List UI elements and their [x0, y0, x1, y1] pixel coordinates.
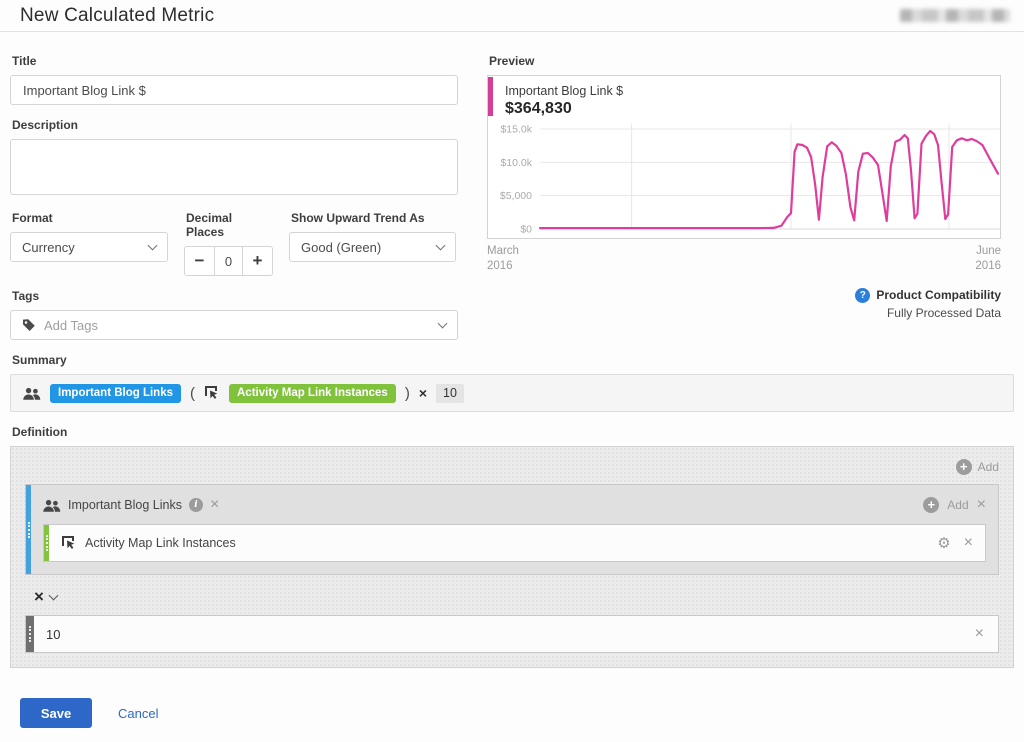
summary-close-paren: ) [404, 384, 410, 402]
tags-placeholder: Add Tags [44, 317, 98, 333]
drag-handle[interactable] [26, 485, 31, 574]
description-label: Description [12, 118, 79, 132]
tags-label: Tags [12, 289, 40, 303]
summary-label: Summary [12, 353, 67, 367]
main-content: Title Description Format Currency Decima… [0, 32, 1024, 728]
minus-icon: − [194, 251, 205, 270]
page-title: New Calculated Metric [20, 4, 215, 26]
dimension-row[interactable]: Activity Map Link Instances ⚙ × [43, 524, 986, 562]
decimal-increment-button[interactable]: + [242, 246, 273, 276]
metric-accent-bar [488, 77, 493, 116]
add-icon: + [923, 497, 940, 513]
close-icon[interactable]: × [210, 497, 219, 513]
definition-add-button[interactable]: + Add [25, 457, 999, 477]
upward-trend-select[interactable]: Good (Green) [289, 232, 456, 262]
plus-icon: + [252, 251, 263, 270]
preview-label: Preview [489, 54, 535, 68]
chevron-down-icon [147, 240, 158, 250]
static-number-row[interactable]: 10 × [25, 615, 999, 653]
dimension-row-label: Activity Map Link Instances [85, 536, 236, 550]
definition-label: Definition [12, 425, 68, 439]
format-value: Currency [22, 239, 75, 255]
add-icon: + [955, 459, 972, 475]
decimal-places-label: Decimal Places [186, 211, 233, 239]
summary-open-paren: ( [190, 384, 195, 402]
metric-container-title: Important Blog Links [68, 498, 182, 512]
trend-value: Good (Green) [301, 239, 382, 255]
x-axis-start-year: 2016 [487, 259, 513, 272]
metric-container[interactable]: Important Blog Links i × + Add × Activit… [25, 484, 999, 575]
footer-actions: Save Cancel [20, 698, 1004, 728]
summary-metric-pill: Important Blog Links [50, 383, 181, 403]
operator-dropdown[interactable]: × [34, 588, 999, 605]
close-icon[interactable]: × [975, 626, 984, 642]
drag-handle[interactable] [26, 616, 34, 652]
gear-icon[interactable]: ⚙ [937, 535, 950, 551]
static-number-value: 10 [46, 626, 61, 642]
chart-x-axis: March 2016 June 2016 [487, 244, 1001, 274]
chevron-down-icon [437, 318, 448, 328]
close-icon[interactable]: × [977, 497, 986, 513]
preview-metric-name: Important Blog Link $ [505, 84, 624, 98]
preview-metric-total: $364,830 [505, 100, 572, 117]
redacted-account-info [900, 9, 1010, 22]
svg-text:$15.0k: $15.0k [500, 124, 532, 136]
svg-text:$0: $0 [520, 224, 532, 236]
top-bar: New Calculated Metric [0, 0, 1024, 32]
save-button[interactable]: Save [20, 698, 92, 728]
product-compatibility: ? Product Compatibility Fully Processed … [487, 287, 1001, 320]
close-icon[interactable]: × [964, 535, 973, 551]
title-input[interactable] [10, 75, 458, 105]
help-icon[interactable]: ? [855, 287, 871, 303]
x-axis-start-month: March [487, 245, 519, 257]
tags-select[interactable]: Add Tags [10, 310, 458, 340]
svg-text:$5,000: $5,000 [500, 190, 532, 202]
chevron-down-icon [48, 590, 59, 601]
description-textarea[interactable] [10, 139, 458, 195]
format-select[interactable]: Currency [10, 232, 168, 262]
form-column: Title Description Format Currency Decima… [10, 42, 458, 340]
activity-map-cursor-icon [205, 386, 218, 399]
drag-handle[interactable] [44, 525, 49, 561]
decimal-decrement-button[interactable]: − [184, 246, 215, 276]
definition-canvas: + Add Important Blog Links i × + Add × A… [10, 446, 1014, 668]
x-axis-end-year: 2016 [975, 259, 1001, 272]
activity-map-cursor-icon [62, 536, 75, 549]
x-axis-end-month: June [976, 245, 1001, 257]
metric-people-icon [43, 499, 61, 512]
metric-people-icon [23, 387, 41, 400]
chevron-down-icon [435, 240, 446, 250]
info-icon[interactable]: i [188, 498, 203, 512]
definition-add-label: Add [977, 460, 999, 474]
summary-multiply-operator: × [418, 385, 428, 401]
summary-operand: 10 [436, 383, 464, 403]
compat-subtitle: Fully Processed Data [886, 305, 1001, 320]
cancel-button[interactable]: Cancel [118, 706, 158, 721]
title-label: Title [12, 54, 37, 68]
svg-text:$10.0k: $10.0k [500, 157, 532, 169]
container-add-button[interactable]: Add [947, 498, 968, 512]
preview-chart-svg: $15.0k $10.0k $5,000 $0 [500, 124, 1000, 236]
tag-icon [23, 319, 35, 331]
summary-dimension-pill: Activity Map Link Instances [229, 383, 396, 403]
multiply-operator: × [34, 587, 44, 606]
trend-label: Show Upward Trend As [291, 211, 425, 225]
preview-panel: Important Blog Link $ $364,830 $15.0k $10… [487, 75, 1001, 239]
compat-title: Product Compatibility [876, 288, 1001, 303]
decimal-stepper: − 0 + [184, 246, 273, 276]
format-label: Format [12, 211, 53, 225]
decimal-value[interactable]: 0 [215, 246, 242, 276]
preview-column: Preview Important Blog Link $ $364,830 $… [487, 42, 1001, 340]
summary-bar: Important Blog Links ( Activity Map Link… [10, 374, 1014, 412]
